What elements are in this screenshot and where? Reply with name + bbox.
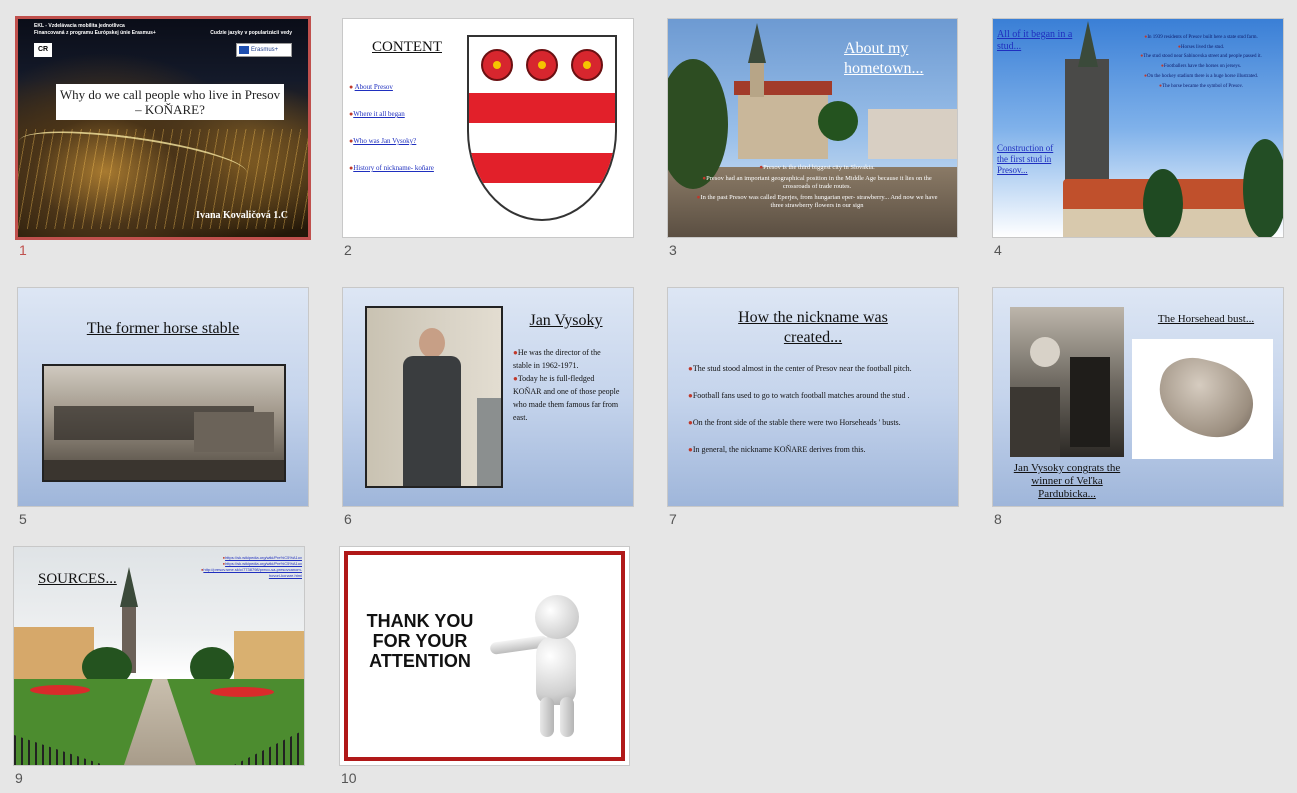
- slide-thumbnail-8[interactable]: The Horsehead bust... Jan Vysoky congrat…: [992, 287, 1284, 507]
- slide-7-bullet-4: In general, the nickname KOŇARE derives …: [692, 445, 866, 454]
- slide-7-title: How the nickname was created...: [738, 309, 888, 346]
- slide-thumbnail-5[interactable]: The former horse stable: [17, 287, 309, 507]
- face: [419, 328, 445, 358]
- slide-1-author: Ivana Kovaličová 1.C: [196, 210, 288, 221]
- slide-7-bullet-3: On the front side of the stable there we…: [692, 418, 901, 427]
- slide-number-8: 8: [994, 511, 1002, 527]
- crowd-photo: [1010, 307, 1124, 457]
- bowing-figure-icon: [536, 635, 576, 705]
- slide-3-bullet-3: In the past Presov was called Eperjes, f…: [700, 194, 938, 209]
- rose-icon: [571, 49, 603, 81]
- church-spire: [748, 23, 766, 63]
- slide-thumbnail-3[interactable]: About my hometown... ●Presov is the thir…: [667, 18, 958, 238]
- slide-7-bullet-2: Football fans used to go to watch footba…: [692, 391, 910, 400]
- slide-6-bullet-1: He was the director of the stable in 196…: [513, 348, 601, 370]
- slide-thumbnail-6[interactable]: Jan Vysoky ●He was the director of the s…: [342, 287, 634, 507]
- slide-5-title: The former horse stable: [86, 320, 240, 337]
- thank-you-text: THANK YOU FOR YOUR ATTENTION: [366, 611, 474, 671]
- slide-number-6: 6: [344, 511, 352, 527]
- red-band: [469, 93, 615, 123]
- slide-4-bullet-3: The stud stood near Sabinovska street an…: [1143, 54, 1262, 60]
- erasmus-logo: Erasmus+: [236, 43, 292, 57]
- horse-head-icon: [1150, 350, 1262, 446]
- slide-9-title: SOURCES...: [38, 571, 117, 587]
- slide-4-bullet-2: Horses lived the stud.: [1180, 44, 1225, 50]
- horse-stable-photo: [42, 364, 286, 482]
- school-logo: CR: [34, 43, 52, 57]
- slide-4-title[interactable]: All of it began in a stud...: [997, 29, 1091, 53]
- slide-3-title: About my hometown...: [844, 40, 924, 77]
- horsehead-bust-photo: [1132, 339, 1273, 459]
- program-text-2: Financovaná z programu Európskej únie Er…: [34, 30, 156, 36]
- figure-head: [535, 595, 579, 639]
- slide-4-bullet-6: The horse became the symbol of Presov.: [1162, 83, 1243, 89]
- red-band: [469, 153, 615, 183]
- slide-thumbnail-4[interactable]: All of it began in a stud... Constructio…: [992, 18, 1284, 238]
- jan-vysoky-photo: [365, 306, 503, 488]
- content-link-3[interactable]: Who was Jan Vysoky?: [353, 137, 416, 145]
- slide-8-caption: Jan Vysoky congrats the winner of Veľka …: [1013, 462, 1121, 500]
- bullet-icon: ●: [349, 83, 354, 91]
- slide-6-title: Jan Vysoky: [529, 312, 603, 329]
- slide-3-bullet-1: Presov is the third biggest city in Slov…: [763, 164, 875, 171]
- church: [738, 89, 828, 159]
- slide-2-title: CONTENT: [372, 39, 442, 55]
- slide-number-9: 9: [15, 770, 23, 786]
- flower-bed: [210, 687, 274, 697]
- project-text: Cudzie jazyky v popularizácii vedy: [210, 30, 292, 36]
- slide-6-bullet-2: Today he is full-fledged KOŇAR and one o…: [513, 374, 620, 422]
- slide-8-title: The Horsehead bust...: [1157, 313, 1255, 325]
- rose-icon: [481, 49, 513, 81]
- source-link-2[interactable]: https://sk.wikipedia.org/wiki/Pre%C5%A1o…: [225, 561, 302, 566]
- rose-icon: [526, 49, 558, 81]
- tree: [818, 101, 858, 141]
- slide-number-5: 5: [19, 511, 27, 527]
- slide-1-title: Why do we call people who live in Presov…: [56, 84, 284, 120]
- tree: [1143, 169, 1183, 237]
- slide-thumbnail-2[interactable]: CONTENT ● About Presov ●Where it all beg…: [342, 18, 634, 238]
- slide-number-7: 7: [669, 511, 677, 527]
- slide-7-bullet-1: The stud stood almost in the center of P…: [692, 364, 912, 373]
- slide-4-bullet-1: In 1939 residents of Presov built here a…: [1147, 35, 1258, 40]
- source-link-1[interactable]: https://sk.wikipedia.org/wiki/Pre%C5%A1o…: [225, 555, 302, 560]
- slide-3-bullet-2: Presov had an important geographical pos…: [706, 175, 932, 190]
- flower-bed: [30, 685, 90, 695]
- slide-number-10: 10: [341, 770, 357, 786]
- slide-thumbnail-10[interactable]: THANK YOU FOR YOUR ATTENTION: [339, 546, 630, 766]
- slide-number-2: 2: [344, 242, 352, 258]
- tree: [1243, 139, 1283, 237]
- slide-4-subtitle[interactable]: Construction of the first stud in Presov…: [997, 143, 1063, 176]
- slide-number-4: 4: [994, 242, 1002, 258]
- slide-thumbnail-9[interactable]: SOURCES... ●https://sk.wikipedia.org/wik…: [13, 546, 305, 766]
- presov-coat-of-arms: [467, 35, 617, 221]
- content-link-1[interactable]: About Presov: [355, 83, 393, 91]
- content-link-2[interactable]: Where it all began: [353, 110, 405, 118]
- slide-thumbnail-7[interactable]: How the nickname was created... ●The stu…: [667, 287, 959, 507]
- program-text-1: EKL - Vzdelávacia mobilita jednotlivca: [34, 23, 125, 29]
- slide-number-3: 3: [669, 242, 677, 258]
- source-link-3[interactable]: http://presov.sme.sk/c/7738798/preco-sa-…: [203, 567, 302, 578]
- content-link-4[interactable]: History of nickname- koňare: [353, 164, 434, 172]
- suit: [403, 356, 461, 486]
- slide-thumbnail-1[interactable]: EKL - Vzdelávacia mobilita jednotlivca F…: [15, 16, 311, 240]
- slide-4-bullet-5: On the hockey stadium there is a huge ho…: [1146, 73, 1259, 79]
- slide-number-1: 1: [19, 242, 27, 258]
- slide-4-bullet-4: Footballers have the horses on jerseys.: [1163, 64, 1242, 70]
